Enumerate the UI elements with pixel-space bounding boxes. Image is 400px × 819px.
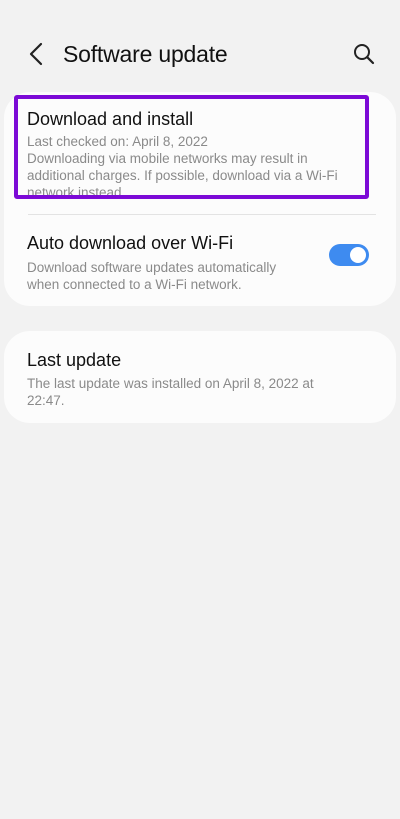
auto-download-item[interactable]: Auto download over Wi-Fi Download softwa… [4,224,396,304]
last-update-desc-line-2: 22:47. [27,393,65,408]
mobile-data-note-line-3: network instead. [27,185,126,200]
page-title: Software update [63,41,228,67]
last-update-desc-line-1: The last update was installed on April 8… [27,376,314,391]
auto-download-desc-line-1: Download software updates automatically [27,260,277,275]
search-icon [354,44,375,65]
mobile-data-note-line-2: additional charges. If possible, downloa… [27,168,338,183]
auto-download-toggle[interactable] [329,244,369,266]
download-and-install-item[interactable]: Download and install Last checked on: Ap… [4,92,396,212]
last-checked-text: Last checked on: April 8, 2022 [27,134,208,149]
chevron-left-icon [29,42,43,66]
download-and-install-title: Download and install [27,109,194,129]
toggle-knob [350,247,366,263]
app-header: Software update [0,0,400,100]
auto-download-desc-line-2: when connected to a Wi-Fi network. [27,277,242,292]
last-update-title: Last update [27,350,122,370]
last-update-item[interactable]: Last update The last update was installe… [4,331,396,423]
updates-card: Download and install Last checked on: Ap… [4,92,396,306]
search-button[interactable] [348,38,380,70]
auto-download-title: Auto download over Wi-Fi [27,233,234,253]
last-update-card: Last update The last update was installe… [4,331,396,423]
mobile-data-note-line-1: Downloading via mobile networks may resu… [27,151,308,166]
back-button[interactable] [22,38,50,70]
divider [28,214,376,215]
